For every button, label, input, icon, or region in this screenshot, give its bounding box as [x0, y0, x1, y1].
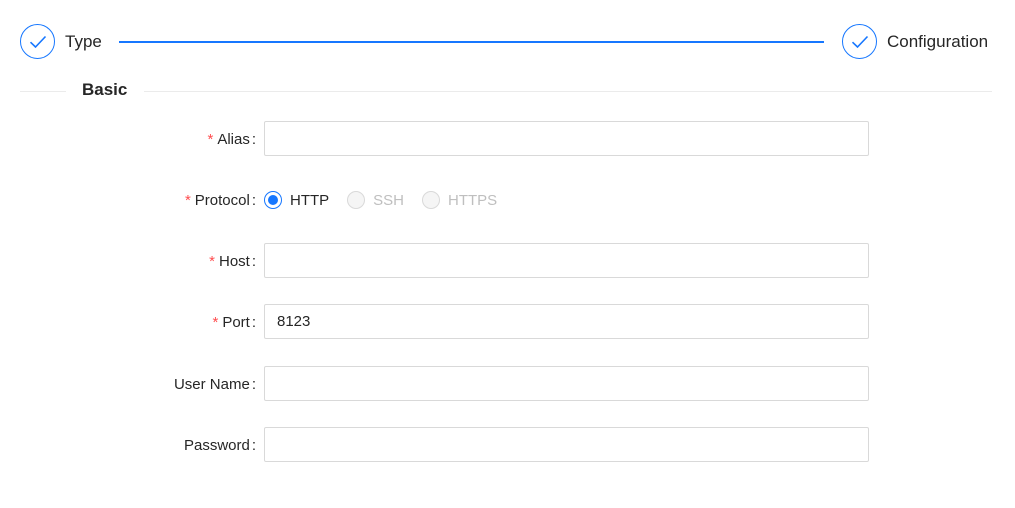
form-row-password: Password :: [0, 427, 1015, 463]
radio-unchecked-icon: [422, 191, 441, 209]
radio-label-ssh: SSH: [373, 191, 405, 209]
section-divider-basic: Basic: [20, 78, 992, 104]
label-colon: :: [251, 436, 256, 454]
port-label-text: Port: [222, 313, 250, 331]
alias-input[interactable]: [264, 121, 869, 156]
password-label-text: Password: [183, 436, 250, 454]
password-input[interactable]: [264, 427, 869, 462]
password-label: Password :: [184, 427, 256, 463]
form-row-host: * Host :: [0, 243, 1015, 279]
label-colon: :: [251, 313, 256, 331]
divider-line-left: [20, 91, 66, 92]
protocol-radio-group: HTTP SSH HTTPS: [264, 182, 515, 218]
steps-bar: Type Configuration: [0, 0, 1015, 84]
port-input[interactable]: 8123: [264, 304, 869, 339]
protocol-radio-https[interactable]: HTTPS: [422, 191, 497, 209]
label-colon: :: [251, 375, 256, 393]
step-configuration-check-icon: [842, 24, 877, 59]
required-mark: *: [184, 191, 191, 209]
radio-checked-icon: [264, 191, 282, 209]
step-configuration[interactable]: Configuration: [842, 24, 988, 59]
section-title: Basic: [82, 80, 128, 99]
protocol-label-text: Protocol: [194, 191, 250, 209]
radio-label-http: HTTP: [290, 191, 330, 209]
required-mark: *: [207, 130, 214, 148]
required-mark: *: [209, 252, 215, 270]
protocol-radio-ssh[interactable]: SSH: [347, 191, 404, 209]
username-label-text: User Name: [173, 375, 250, 393]
username-input[interactable]: [264, 366, 869, 401]
divider-line-right: [144, 91, 992, 92]
port-label: * Port :: [212, 304, 256, 340]
step-configuration-title: Configuration: [887, 31, 989, 51]
protocol-radio-http[interactable]: HTTP: [264, 191, 329, 209]
form-row-protocol: * Protocol : HTTP SSH HTTPS: [0, 182, 1015, 218]
username-label: User Name :: [174, 366, 256, 402]
host-input[interactable]: [264, 243, 869, 278]
host-label: * Host :: [209, 243, 256, 279]
required-mark: *: [212, 313, 219, 331]
step-connector: [119, 41, 824, 43]
form-row-port: * Port : 8123: [0, 304, 1015, 340]
alias-label: * Alias :: [207, 121, 256, 157]
label-colon: :: [251, 130, 256, 148]
host-label-text: Host: [218, 252, 250, 270]
step-type[interactable]: Type: [20, 24, 102, 59]
step-type-title: Type: [65, 31, 102, 51]
label-colon: :: [251, 191, 256, 209]
label-colon: :: [251, 252, 256, 270]
protocol-label: * Protocol :: [185, 182, 256, 218]
step-type-check-icon: [20, 24, 55, 59]
radio-unchecked-icon: [347, 191, 366, 209]
form-row-username: User Name :: [0, 366, 1015, 402]
radio-label-https: HTTPS: [448, 191, 498, 209]
alias-label-text: Alias: [217, 130, 250, 148]
form-row-alias: * Alias :: [0, 121, 1015, 157]
